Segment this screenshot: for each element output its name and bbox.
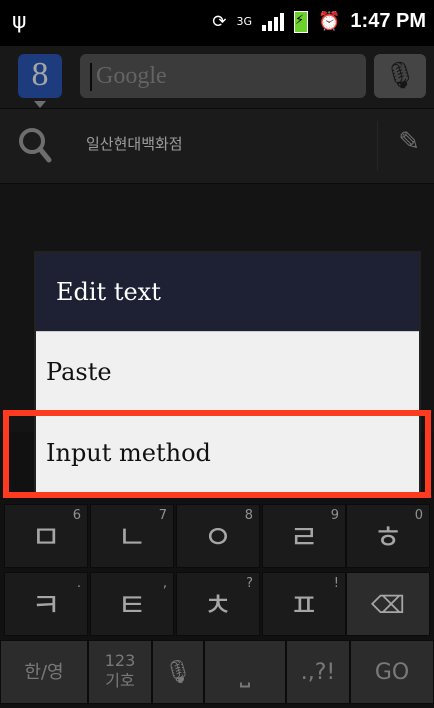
- battery-icon: [293, 10, 308, 33]
- usb-icon: ψ: [12, 9, 27, 34]
- status-icons: ⟳ 3G ⏰ 1:47 PM: [212, 10, 426, 33]
- sync-icon: ⟳: [212, 11, 227, 32]
- signal-bars-icon: [261, 12, 284, 31]
- highlight-box: [3, 410, 431, 498]
- clock: 1:47 PM: [350, 10, 426, 32]
- dialog-title: Edit text: [36, 253, 419, 331]
- paste-option[interactable]: Paste: [36, 331, 419, 412]
- network-label: 3G: [236, 14, 252, 28]
- alarm-icon: ⏰: [317, 11, 341, 32]
- status-bar: ψ ⟳ 3G ⏰ 1:47 PM: [0, 0, 434, 46]
